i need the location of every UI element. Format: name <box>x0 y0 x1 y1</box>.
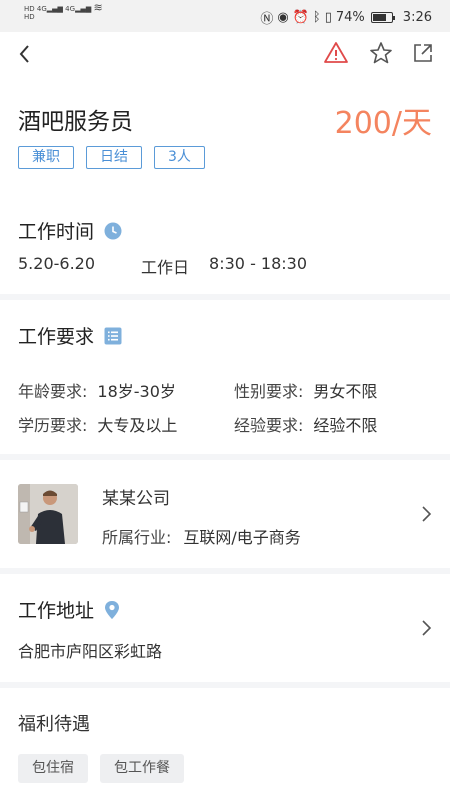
age-label: 年龄要求: <box>18 382 88 401</box>
requirements-heading: 工作要求 <box>18 322 122 349</box>
tag-settlement: 日结 <box>86 146 142 169</box>
experience-label: 经验要求: <box>234 416 304 435</box>
status-bar: HD 4G▂▄▆ 4G▂▄▆ ≋ HD Ⓝ ◉ ⏰ ᛒ ▯ 74% 3:26 <box>0 0 450 32</box>
clock-icon <box>104 222 122 239</box>
status-right: Ⓝ ◉ ⏰ ᛒ ▯ 74% 3:26 <box>260 8 432 27</box>
work-hours: 8:30 - 18:30 <box>209 254 308 273</box>
back-icon[interactable] <box>14 40 38 68</box>
gender-value: 男女不限 <box>313 382 378 401</box>
address-card[interactable]: 工作地址 合肥市庐阳区彩虹路 <box>0 574 450 682</box>
signal-icon: ▂▄▆ <box>46 5 63 13</box>
clock: 3:26 <box>402 10 432 25</box>
experience-requirement: 经验要求: 经验不限 <box>234 412 377 436</box>
gender-label: 性别要求: <box>234 382 304 401</box>
wifi-icon: ≋ <box>93 1 103 14</box>
chevron-right-icon <box>422 620 432 636</box>
work-time-title: 工作时间 <box>18 221 95 243</box>
work-time-heading: 工作时间 <box>18 217 122 244</box>
chevron-right-icon <box>422 506 432 522</box>
address-title: 工作地址 <box>18 600 95 622</box>
company-name: 某某公司 <box>102 489 170 509</box>
benefits-title: 福利待遇 <box>18 714 90 735</box>
job-summary-card: 酒吧服务员 200/天 兼职 日结 3人 工作时间 5.20-6.20 工作日 … <box>0 78 450 294</box>
work-time-row: 5.20-6.20 工作日 8:30 - 18:30 <box>18 254 307 278</box>
eye-icon: ◉ <box>277 10 289 25</box>
list-icon <box>104 327 122 344</box>
hd-label: HD <box>24 5 35 13</box>
education-label: 学历要求: <box>18 416 88 435</box>
job-title: 酒吧服务员 <box>18 109 133 135</box>
benefits-card: 福利待遇 包住宿 包工作餐 <box>0 688 450 800</box>
experience-value: 经验不限 <box>313 416 378 435</box>
bluetooth-icon: ᛒ <box>312 10 321 25</box>
hd-label-2: HD <box>24 13 35 21</box>
date-range: 5.20-6.20 <box>18 254 96 273</box>
battery-percent: 74% <box>335 10 365 25</box>
nav-bar <box>0 32 450 78</box>
age-value: 18岁-30岁 <box>97 382 176 401</box>
nfc-icon: Ⓝ <box>260 12 274 27</box>
signal-icon-2: ▂▄▆ <box>75 5 92 13</box>
company-card[interactable]: 某某公司 所属行业: 互联网/电子商务 <box>0 460 450 568</box>
company-industry: 所属行业: 互联网/电子商务 <box>102 524 301 548</box>
requirements-title: 工作要求 <box>18 326 95 348</box>
benefit-item: 包住宿 <box>18 754 88 783</box>
battery-fill <box>372 14 387 21</box>
favorite-star-icon[interactable] <box>369 41 393 65</box>
battery-icon <box>370 12 395 23</box>
requirements-card: 工作要求 年龄要求: 18岁-30岁 性别要求: 男女不限 学历要求: 大专及以上 经… <box>0 300 450 454</box>
education-value: 大专及以上 <box>97 416 178 435</box>
network-label: 4G <box>36 5 47 13</box>
work-days: 工作日 <box>141 258 190 277</box>
industry-value: 互联网/电子商务 <box>183 528 301 547</box>
vibrate-icon: ▯ <box>324 10 332 25</box>
industry-label: 所属行业: <box>102 528 172 547</box>
signal-indicators: HD 4G▂▄▆ 4G▂▄▆ ≋ HD <box>24 1 103 21</box>
alarm-icon: ⏰ <box>292 10 309 25</box>
share-icon[interactable] <box>412 42 434 64</box>
tag-headcount: 3人 <box>154 146 205 169</box>
benefit-item: 包工作餐 <box>100 754 184 783</box>
benefits-list: 包住宿 包工作餐 <box>18 754 184 783</box>
tag-type: 兼职 <box>18 146 74 169</box>
education-requirement: 学历要求: 大专及以上 <box>18 412 177 436</box>
salary: 200/天 <box>334 106 432 141</box>
age-requirement: 年龄要求: 18岁-30岁 <box>18 378 176 402</box>
address-heading: 工作地址 <box>18 596 120 623</box>
avatar-image <box>18 484 78 544</box>
report-warning-icon[interactable] <box>323 41 349 65</box>
company-avatar <box>18 484 78 544</box>
location-pin-icon <box>105 600 120 619</box>
address-text: 合肥市庐阳区彩虹路 <box>18 642 163 661</box>
gender-requirement: 性别要求: 男女不限 <box>234 378 377 402</box>
job-tags: 兼职 日结 3人 <box>18 146 205 169</box>
network-label-2: 4G <box>65 5 76 13</box>
